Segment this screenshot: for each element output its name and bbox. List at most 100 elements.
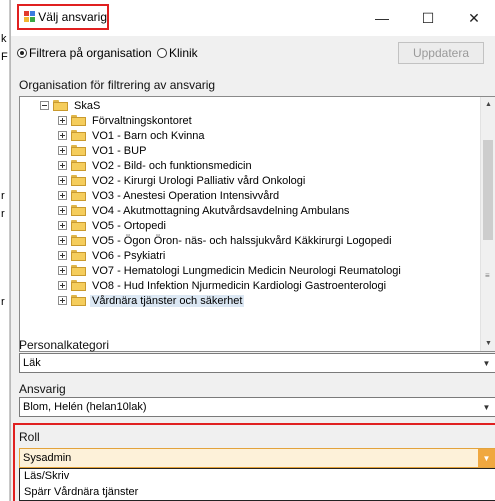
expand-box-icon[interactable] [58,281,67,290]
expand-box-icon[interactable] [58,296,67,305]
tree-node-label: VO2 - Bild- och funktionsmedicin [92,159,252,172]
folder-icon [71,130,86,141]
title-highlight: Välj ansvarig [17,4,109,30]
expand-box-icon[interactable] [58,221,67,230]
close-button[interactable]: ✕ [452,0,495,36]
tree-item[interactable]: VO1 - Barn och Kvinna [58,128,207,143]
tree-node-label: VO1 - BUP [92,144,147,157]
expand-box-icon[interactable] [58,266,67,275]
expand-box-icon[interactable] [58,131,67,140]
chevron-down-icon[interactable]: ▼ [478,449,495,467]
role-dropdown-list[interactable]: Läs/Skriv Spärr Vårdnära tjänster [19,468,495,501]
tree-node-label: VO4 - Akutmottagning Akutvårdsavdelning … [92,204,350,217]
tree-node-label: Vårdnära tjänster och säkerhet [90,294,245,307]
folder-icon [71,205,86,216]
title-bar[interactable]: Välj ansvarig — ☐ ✕ [11,0,495,36]
role-value: Sysadmin [23,452,72,464]
role-option[interactable]: Spärr Vårdnära tjänster [24,486,138,498]
expand-box-icon[interactable] [58,161,67,170]
tree-item[interactable]: VO3 - Anestesi Operation Intensivvård [58,188,281,203]
scroll-thumb[interactable] [483,140,493,240]
expand-box-icon[interactable] [58,206,67,215]
org-tree-label: Organisation för filtrering av ansvarig [19,78,216,92]
tree-item[interactable]: Vårdnära tjänster och säkerhet [58,293,245,308]
radio-label: Klinik [169,46,198,60]
tree-node-label: VO6 - Psykiatri [92,249,166,262]
tree-node-label: VO7 - Hematologi Lungmedicin Medicin Neu… [92,264,401,277]
role-label: Roll [19,430,40,444]
tree-node-label: VO1 - Barn och Kvinna [92,129,205,142]
maximize-button[interactable]: ☐ [406,0,450,36]
background-app-strip: k F r r r [0,0,10,501]
background-char: r [1,190,5,202]
folder-icon [71,235,86,246]
background-char: k [1,33,7,45]
folder-icon [71,115,86,126]
update-button[interactable]: Uppdatera [398,42,484,64]
radio-unselected-icon [157,48,167,58]
scroll-up-icon[interactable]: ▲ [481,97,495,112]
filter-row: Filtrera på organisation Klinik Uppdater… [11,38,495,68]
tree-node-label: VO8 - Hud Infektion Njurmedicin Kardiolo… [92,279,387,292]
folder-icon [71,160,86,171]
expand-box-icon[interactable] [58,176,67,185]
responsible-label: Ansvarig [19,382,66,396]
tree-node-label: VO2 - Kirurgi Urologi Palliativ vård Onk… [92,174,306,187]
tree-item[interactable]: VO2 - Kirurgi Urologi Palliativ vård Onk… [58,173,307,188]
chevron-down-icon[interactable]: ▼ [478,398,495,416]
tree-item[interactable]: Förvaltningskontoret [58,113,194,128]
tree-scrollbar[interactable]: ▲ ≡ ▼ [480,97,495,351]
personal-category-select[interactable]: Läk ▼ [19,353,495,373]
select-responsible-dialog: Välj ansvarig — ☐ ✕ Filtrera på organisa… [10,0,495,501]
tree-item[interactable]: VO5 - Ortopedi [58,218,168,233]
tree-node-label: Förvaltningskontoret [92,114,192,127]
role-select[interactable]: Sysadmin ▼ [19,448,495,468]
folder-icon [71,220,86,231]
expand-box-icon[interactable] [58,116,67,125]
tree-item[interactable]: VO6 - Psykiatri [58,248,167,263]
folder-icon [53,100,68,111]
tree-item[interactable]: VO2 - Bild- och funktionsmedicin [58,158,254,173]
radio-label: Filtrera på organisation [29,46,152,60]
tree-item[interactable]: VO1 - BUP [58,143,148,158]
background-char: r [1,208,5,220]
app-window-icon [24,11,35,23]
folder-icon [71,250,86,261]
responsible-value: Blom, Helén (helan10lak) [23,401,147,413]
tree-item[interactable]: VO4 - Akutmottagning Akutvårdsavdelning … [58,203,351,218]
folder-icon [71,280,86,291]
scroll-grip-icon: ≡ [485,271,490,280]
window-title: Välj ansvarig [38,10,107,24]
responsible-select[interactable]: Blom, Helén (helan10lak) ▼ [19,397,495,417]
tree-root[interactable]: SkaS [40,98,102,113]
org-tree[interactable]: SkaS Förvaltningskontoret VO1 - Barn och … [19,96,495,352]
personal-category-label: Personalkategori [19,338,110,352]
scroll-down-icon[interactable]: ▼ [481,336,495,351]
expand-box-icon[interactable] [58,236,67,245]
minimize-button[interactable]: — [360,0,404,36]
tree-item[interactable]: VO8 - Hud Infektion Njurmedicin Kardiolo… [58,278,388,293]
folder-icon [71,145,86,156]
personal-category-value: Läk [23,357,41,369]
folder-icon [71,265,86,276]
folder-icon [71,175,86,186]
tree-node-label: VO5 - Ortopedi [92,219,166,232]
folder-icon [71,190,86,201]
background-char: r [1,296,5,308]
expand-box-icon[interactable] [58,251,67,260]
tree-node-label: VO5 - Ögon Öron- näs- och halssjukvård K… [92,234,392,247]
radio-selected-icon [17,48,27,58]
tree-item[interactable]: VO5 - Ögon Öron- näs- och halssjukvård K… [58,233,394,248]
tree-node-label: SkaS [74,99,101,112]
role-option[interactable]: Läs/Skriv [24,470,69,482]
expand-box-icon[interactable] [58,191,67,200]
tree-node-label: VO3 - Anestesi Operation Intensivvård [92,189,280,202]
chevron-down-icon[interactable]: ▼ [478,354,495,372]
background-char: F [1,51,8,63]
radio-filter-organisation[interactable]: Filtrera på organisation [17,46,152,60]
folder-icon [71,295,86,306]
radio-filter-clinic[interactable]: Klinik [157,46,198,60]
collapse-box-icon[interactable] [40,101,49,110]
expand-box-icon[interactable] [58,146,67,155]
tree-item[interactable]: VO7 - Hematologi Lungmedicin Medicin Neu… [58,263,403,278]
